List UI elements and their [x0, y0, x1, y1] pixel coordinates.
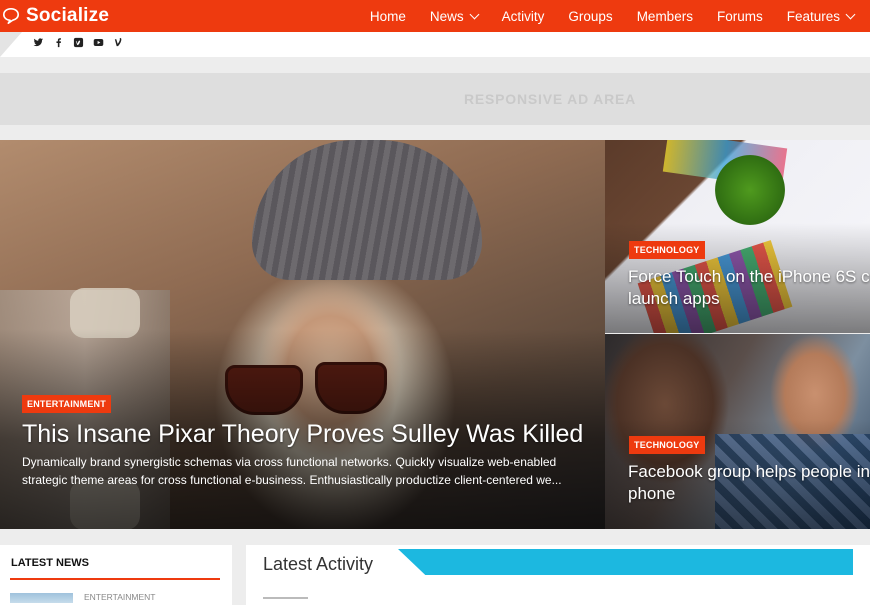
social-bar: [0, 32, 870, 57]
latest-activity-title: Latest Activity: [263, 554, 374, 574]
nav-item-activity[interactable]: Activity: [490, 0, 557, 32]
nav-item-members[interactable]: Members: [625, 0, 705, 32]
card-image-plant: [715, 155, 785, 225]
latest-activity-banner: [398, 549, 853, 575]
side-post-title-line: phone: [628, 484, 676, 503]
speech-bubble-icon: [2, 7, 20, 25]
side-post-title-line: launch apps: [628, 289, 720, 308]
site-logo[interactable]: Socialize: [0, 0, 109, 32]
widget-title-underline: [10, 578, 220, 580]
side-post-title[interactable]: Facebook group helps people in phone: [628, 461, 870, 505]
chevron-down-icon: [845, 9, 856, 20]
social-links: [33, 37, 124, 48]
nav-item-news[interactable]: News: [418, 0, 490, 32]
nav-label: Features: [786, 8, 840, 24]
nav-label: Activity: [501, 8, 545, 24]
ad-area[interactable]: RESPONSIVE AD AREA: [0, 73, 870, 125]
nav-label: News: [429, 8, 464, 24]
widget-title-underline: [263, 597, 308, 599]
vimeo-icon[interactable]: [73, 37, 84, 48]
facebook-icon[interactable]: [53, 37, 64, 48]
news-item-category[interactable]: ENTERTAINMENT: [84, 592, 155, 602]
top-navigation-bar: Socialize Home News Activity Groups Memb…: [0, 0, 870, 32]
category-badge[interactable]: TECHNOLOGY: [629, 241, 705, 259]
nav-label: Members: [636, 8, 693, 24]
nav-label: Home: [369, 8, 406, 24]
featured-post-excerpt: Dynamically brand synergistic schemas vi…: [22, 455, 562, 487]
latest-news-title: LATEST NEWS: [11, 557, 90, 569]
nav-item-home[interactable]: Home: [358, 0, 418, 32]
chevron-down-icon: [469, 9, 480, 20]
nav-item-groups[interactable]: Groups: [556, 0, 624, 32]
youtube-icon[interactable]: [93, 37, 104, 48]
side-post-title-line: Facebook group helps people in: [628, 462, 870, 481]
vine-icon[interactable]: [113, 37, 124, 48]
featured-post-title[interactable]: This Insane Pixar Theory Proves Sulley W…: [22, 418, 602, 450]
side-post-title-line: Force Touch on the iPhone 6S co: [628, 267, 870, 286]
hero-image-beanie: [252, 140, 482, 280]
nav-item-forums[interactable]: Forums: [705, 0, 775, 32]
nav-label: Groups: [568, 8, 613, 24]
nav-item-features[interactable]: Features: [775, 0, 870, 32]
social-bar-notch: [0, 32, 22, 57]
side-post-card[interactable]: TECHNOLOGY Facebook group helps people i…: [605, 334, 870, 529]
news-item-thumbnail[interactable]: [10, 593, 73, 603]
main-menu: Home News Activity Groups Members Forums…: [358, 0, 870, 32]
side-post-card[interactable]: TECHNOLOGY Force Touch on the iPhone 6S …: [605, 140, 870, 333]
nav-label: Forums: [716, 8, 763, 24]
twitter-icon[interactable]: [33, 37, 44, 48]
side-post-title[interactable]: Force Touch on the iPhone 6S co launch a…: [628, 266, 870, 310]
site-name: Socialize: [26, 5, 110, 26]
ad-area-label: RESPONSIVE AD AREA: [463, 91, 637, 107]
category-badge[interactable]: TECHNOLOGY: [629, 436, 705, 454]
category-badge[interactable]: ENTERTAINMENT: [22, 395, 111, 413]
